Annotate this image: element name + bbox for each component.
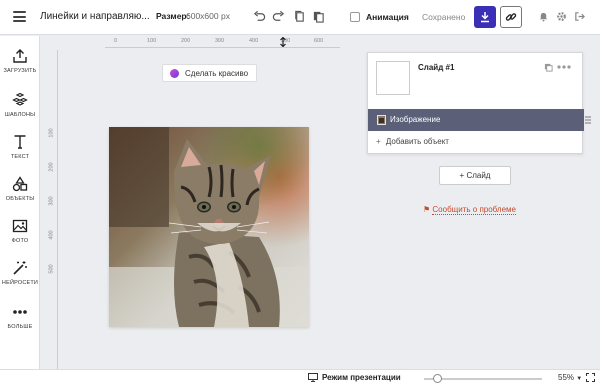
drag-handle-icon[interactable] xyxy=(585,116,591,124)
fit-screen-icon[interactable] xyxy=(586,373,595,382)
sidebar-item-label: НЕЙРОСЕТИ xyxy=(1,280,39,286)
ruler-tick-label: 100 xyxy=(147,38,157,44)
make-pretty-button[interactable]: Сделать красиво xyxy=(162,64,257,82)
share-link-button[interactable] xyxy=(500,6,522,28)
copy-icon[interactable] xyxy=(293,10,306,23)
menu-icon[interactable] xyxy=(13,11,26,22)
ruler-tick-label: 0 xyxy=(114,38,118,44)
more-icon xyxy=(13,310,27,314)
ruler-tick-label: 400 xyxy=(48,230,55,240)
presentation-mode-button[interactable]: Режим презентации xyxy=(322,373,401,382)
sparkle-icon xyxy=(170,69,179,78)
make-pretty-label: Сделать красиво xyxy=(185,69,249,78)
gear-icon[interactable] xyxy=(556,11,567,22)
plus-icon: + xyxy=(459,171,465,180)
animation-label: Анимация xyxy=(366,12,409,22)
left-sidebar: ЗАГРУЗИТЬ ШАБЛОНЫ ТЕКСТ ОБЪЕКТЫ ФОТО НЕЙ… xyxy=(0,36,40,384)
sidebar-item-neural[interactable]: НЕЙРОСЕТИ xyxy=(0,260,40,286)
shapes-icon xyxy=(12,176,28,192)
animation-checkbox[interactable] xyxy=(350,12,360,22)
resize-cursor-icon xyxy=(280,37,286,47)
report-label: Сообщить о проблеме xyxy=(432,205,516,215)
top-toolbar: Линейки и направляю... Размер: 600x600 p… xyxy=(0,0,600,35)
size-label: Размер: xyxy=(156,11,190,21)
left-ruler[interactable]: 100 200 300 400 500 xyxy=(46,50,58,370)
ruler-tick-label: 200 xyxy=(181,38,191,44)
image-layer-icon xyxy=(377,115,386,125)
layer-item-image[interactable]: Изображение xyxy=(368,109,584,131)
ruler-tick-label: 100 xyxy=(48,128,55,138)
sidebar-item-label: ЗАГРУЗИТЬ xyxy=(3,68,37,74)
copy-slide-icon[interactable] xyxy=(544,63,553,72)
logout-icon[interactable] xyxy=(574,11,585,22)
undo-icon[interactable] xyxy=(253,10,266,23)
sidebar-item-objects[interactable]: ОБЪЕКТЫ xyxy=(0,176,40,202)
zoom-slider-knob[interactable] xyxy=(432,374,442,383)
sidebar-item-label: БОЛЬШЕ xyxy=(7,324,33,330)
ruler-tick-label: 600 xyxy=(314,38,324,44)
document-title[interactable]: Линейки и направляю... xyxy=(40,11,150,22)
bell-icon[interactable] xyxy=(538,11,549,22)
chevron-down-icon: ▼ xyxy=(576,376,583,382)
sidebar-item-label: ФОТО xyxy=(11,238,29,244)
download-icon xyxy=(481,12,489,23)
zoom-value: 55% xyxy=(558,373,575,382)
kitten-photo xyxy=(109,127,309,327)
bug-icon: ⚑ xyxy=(423,205,431,214)
save-status: Сохранено xyxy=(422,12,466,22)
add-slide-label: Слайд xyxy=(466,171,491,180)
ruler-tick-label: 300 xyxy=(215,38,225,44)
ruler-tick-label: 200 xyxy=(48,162,55,172)
ruler-tick-label: 300 xyxy=(48,196,55,206)
sidebar-item-templates[interactable]: ШАБЛОНЫ xyxy=(0,92,40,118)
link-icon xyxy=(505,13,517,21)
templates-icon xyxy=(12,92,28,106)
add-object-button[interactable]: + Добавить объект xyxy=(376,137,449,146)
download-button[interactable] xyxy=(474,6,496,28)
upload-icon xyxy=(13,49,27,63)
slides-panel: Слайд #1 Изображение + Добавить объект xyxy=(367,52,584,154)
paste-icon[interactable] xyxy=(312,10,325,23)
slide-title[interactable]: Слайд #1 xyxy=(418,63,454,72)
sidebar-item-more[interactable]: БОЛЬШЕ xyxy=(0,304,40,330)
sidebar-item-label: ШАБЛОНЫ xyxy=(4,112,36,118)
add-slide-button[interactable]: + Слайд xyxy=(439,166,511,185)
layer-label: Изображение xyxy=(390,115,441,124)
presentation-icon[interactable] xyxy=(308,373,318,382)
top-ruler[interactable]: 0 100 200 300 400 500 600 xyxy=(105,36,340,48)
sidebar-item-text[interactable]: ТЕКСТ xyxy=(0,134,40,160)
text-icon xyxy=(14,135,26,149)
report-problem-link[interactable]: ⚑ Сообщить о проблеме xyxy=(423,205,516,215)
sidebar-item-upload[interactable]: ЗАГРУЗИТЬ xyxy=(0,48,40,74)
slide-thumbnail[interactable] xyxy=(376,61,410,95)
size-value[interactable]: 600x600 px xyxy=(186,11,230,21)
sidebar-item-photo[interactable]: ФОТО xyxy=(0,218,40,244)
ruler-tick-label: 500 xyxy=(48,264,55,274)
sidebar-item-label: ОБЪЕКТЫ xyxy=(5,196,35,202)
bottom-bar: Режим презентации 55% ▼ xyxy=(0,369,600,384)
sidebar-item-label: ТЕКСТ xyxy=(10,154,30,160)
plus-icon: + xyxy=(376,137,381,146)
redo-icon[interactable] xyxy=(272,10,285,23)
photo-icon xyxy=(12,219,28,233)
zoom-level-dropdown[interactable]: 55% ▼ xyxy=(558,373,582,382)
more-options-icon[interactable] xyxy=(557,64,571,70)
canvas-kitten-image[interactable] xyxy=(109,127,309,327)
ruler-tick-label: 400 xyxy=(249,38,259,44)
magic-wand-icon xyxy=(13,261,27,275)
add-object-label: Добавить объект xyxy=(385,137,449,146)
